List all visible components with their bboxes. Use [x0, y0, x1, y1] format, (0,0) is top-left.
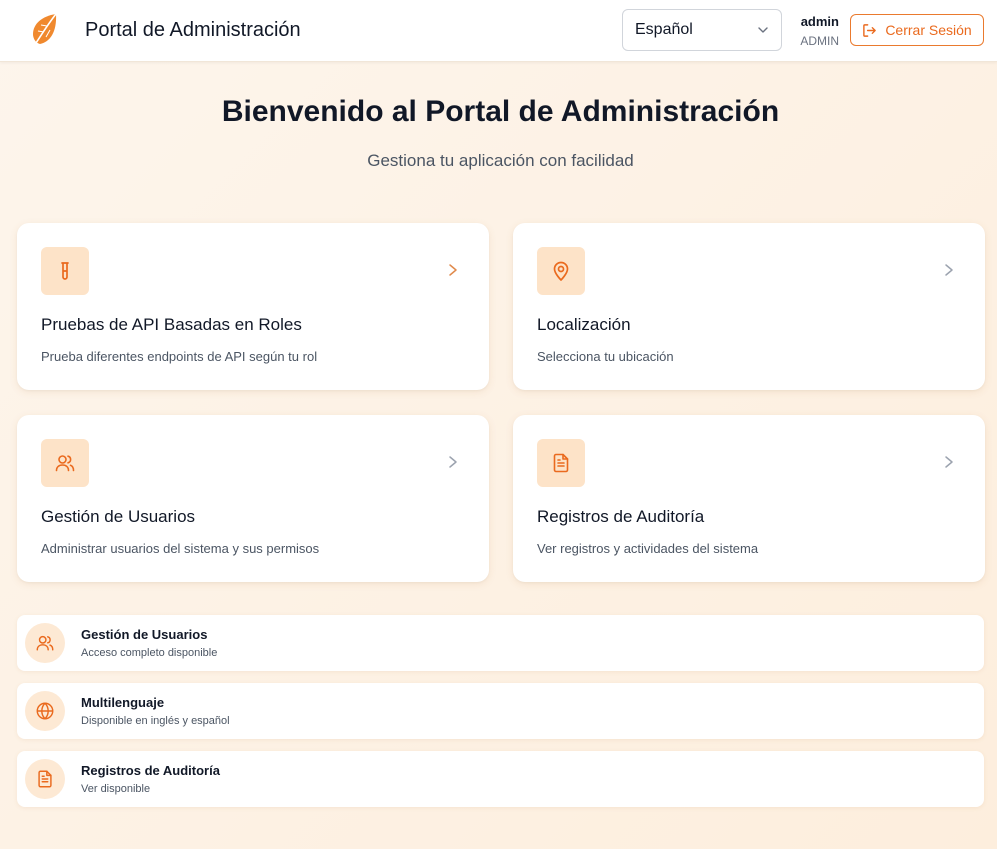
feature-icon-circle — [25, 691, 65, 731]
users-icon — [55, 455, 75, 472]
logout-button[interactable]: Cerrar Sesión — [850, 14, 984, 46]
file-text-icon — [553, 453, 569, 473]
test-tube-icon — [61, 262, 69, 280]
card-description: Ver registros y actividades del sistema — [537, 541, 759, 556]
card-description: Administrar usuarios del sistema y sus p… — [41, 541, 320, 556]
card-description: Selecciona tu ubicación — [537, 349, 674, 364]
page-subtitle: Gestiona tu aplicación con facilidad — [367, 151, 634, 170]
card-user-management[interactable]: Gestión de Usuarios Administrar usuarios… — [17, 415, 489, 582]
feature-title: Gestión de Usuarios — [81, 627, 208, 642]
card-localization[interactable]: Localización Selecciona tu ubicación — [513, 223, 985, 390]
feature-description: Ver disponible — [81, 783, 151, 795]
card-icon-box — [537, 439, 585, 487]
logout-icon — [863, 23, 877, 37]
card-title: Pruebas de API Basadas en Roles — [41, 315, 302, 334]
chevron-right-icon — [945, 456, 953, 468]
language-select[interactable]: Español — [622, 9, 782, 51]
card-icon-box — [41, 439, 89, 487]
file-text-icon — [38, 770, 52, 788]
users-icon — [36, 635, 54, 651]
card-title: Localización — [537, 315, 631, 334]
card-audit-logs[interactable]: Registros de Auditoría Ver registros y a… — [513, 415, 985, 582]
logout-label: Cerrar Sesión — [885, 22, 972, 38]
card-icon-box — [41, 247, 89, 295]
card-title: Registros de Auditoría — [537, 507, 705, 526]
feature-user-management: Gestión de Usuarios Acceso completo disp… — [17, 615, 984, 671]
feature-title: Multilenguaje — [81, 695, 165, 710]
chevron-right-icon — [449, 456, 457, 468]
feature-title: Registros de Auditoría — [81, 763, 220, 778]
chevron-down-icon — [758, 27, 768, 33]
card-description: Prueba diferentes endpoints de API según… — [41, 349, 318, 364]
card-title: Gestión de Usuarios — [41, 507, 196, 526]
globe-icon — [36, 702, 54, 720]
user-role: ADMIN — [800, 34, 839, 48]
chevron-right-icon — [945, 264, 953, 276]
language-select-value: Español — [635, 21, 693, 38]
chevron-right-icon — [449, 264, 457, 276]
card-api-tests[interactable]: Pruebas de API Basadas en Roles Prueba d… — [17, 223, 489, 390]
feature-description: Acceso completo disponible — [81, 647, 218, 659]
feature-description: Disponible en inglés y español — [81, 715, 230, 727]
user-name: admin — [800, 14, 839, 29]
top-header: Portal de Administración Español admin A… — [0, 0, 997, 62]
map-pin-icon — [553, 261, 569, 281]
feature-audit-logs: Registros de Auditoría Ver disponible — [17, 751, 984, 807]
page-title: Bienvenido al Portal de Administración — [221, 95, 780, 128]
app-title: Portal de Administración — [85, 19, 301, 41]
feature-multilanguage: Multilenguaje Disponible en inglés y esp… — [17, 683, 984, 739]
feature-icon-circle — [25, 623, 65, 663]
feature-icon-circle — [25, 759, 65, 799]
card-icon-box — [537, 247, 585, 295]
leaf-logo-icon — [33, 13, 57, 47]
